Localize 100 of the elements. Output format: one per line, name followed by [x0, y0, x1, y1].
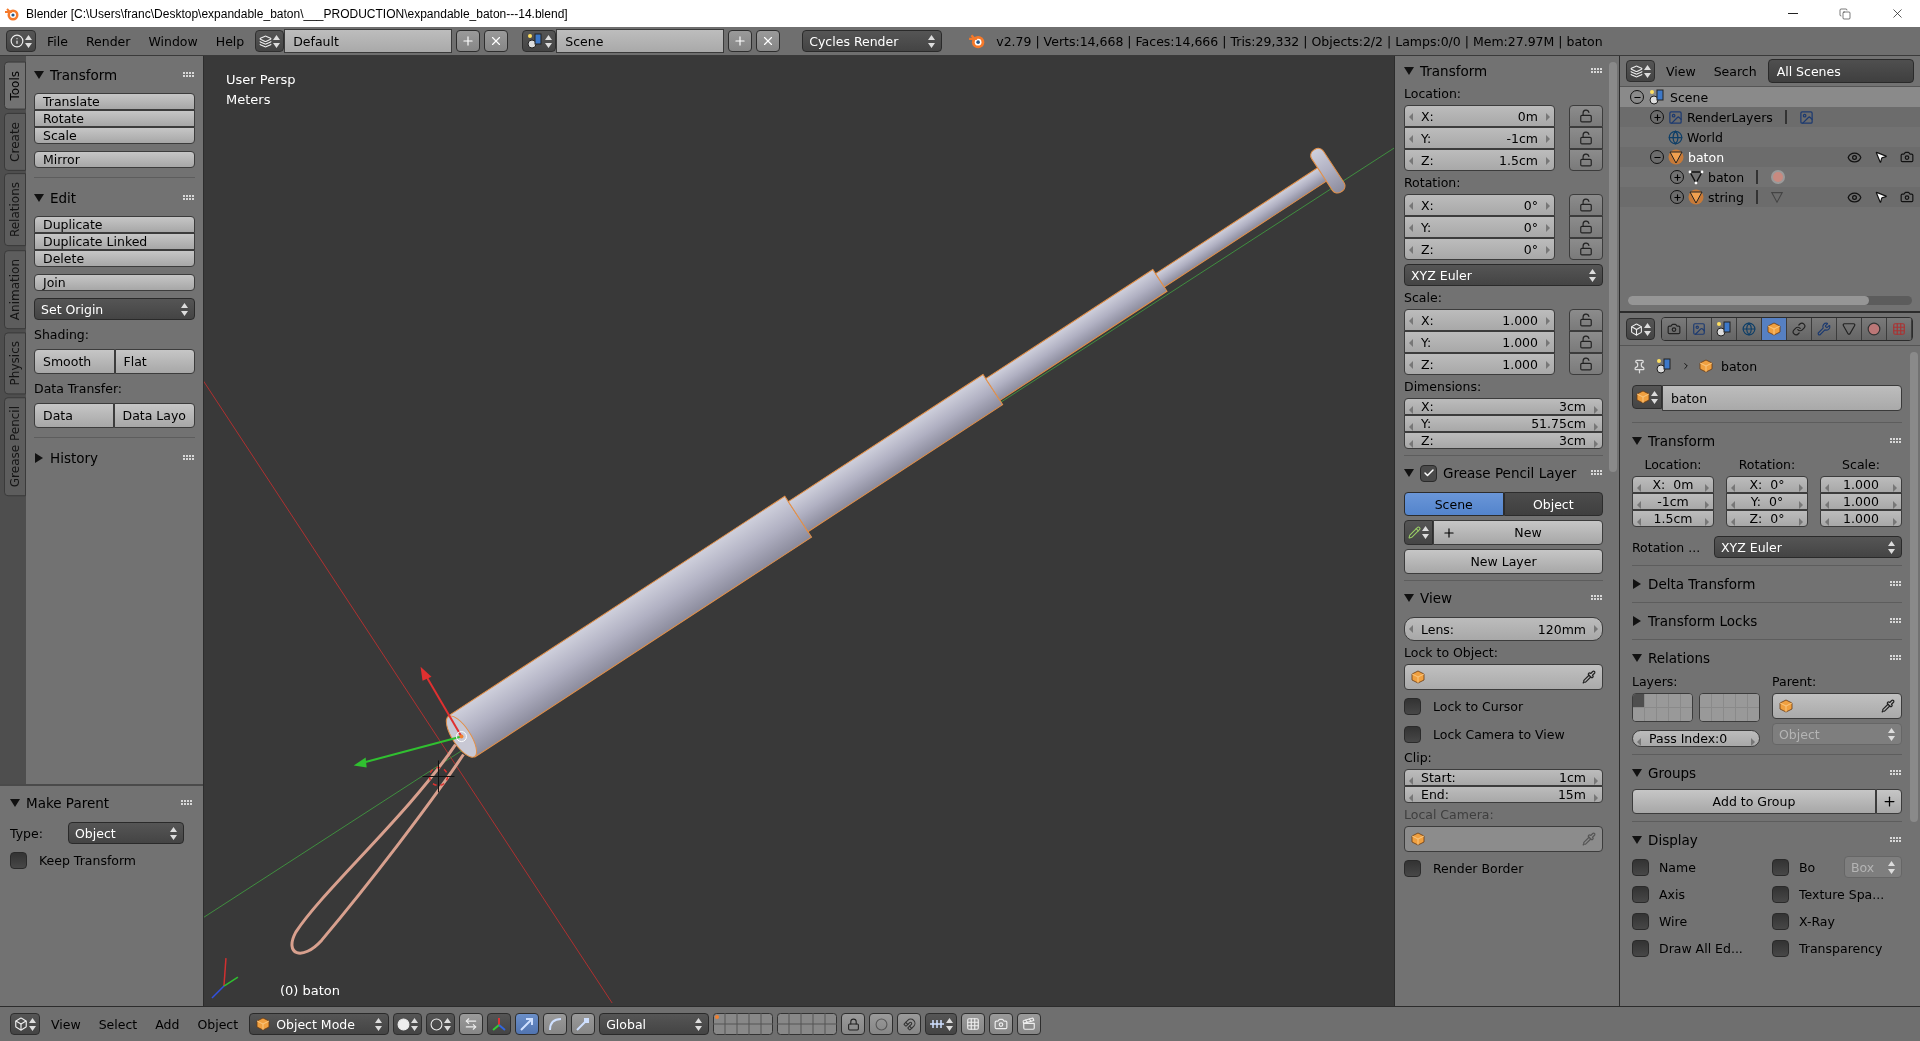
checkbox[interactable] [1772, 885, 1789, 903]
manipulator-button[interactable] [571, 1013, 596, 1035]
lock-toggle[interactable] [1569, 238, 1603, 260]
checkbox[interactable] [1632, 912, 1649, 930]
lock-layer-button[interactable] [841, 1013, 866, 1035]
number-field[interactable]: Y: -1cm [1404, 127, 1555, 149]
number-field[interactable]: End: 15m [1404, 786, 1603, 803]
disclosure-triangle-icon[interactable] [1632, 653, 1642, 663]
string-loop-drawing[interactable] [290, 743, 465, 955]
manipulator-toggle[interactable] [459, 1013, 484, 1035]
checkbox-label[interactable]: Keep Transform [39, 853, 137, 868]
checkbox[interactable] [1772, 939, 1789, 957]
panel-title[interactable]: History [50, 450, 177, 466]
filter-dropdown[interactable]: All Scenes [1767, 59, 1914, 83]
eye-icon[interactable] [1847, 149, 1862, 165]
tool-button[interactable]: Translate [34, 93, 195, 110]
number-field[interactable]: 1.000 [1820, 510, 1902, 527]
cursor-icon[interactable] [1874, 190, 1888, 204]
add-button[interactable] [456, 30, 481, 52]
checkbox-label[interactable]: Name [1659, 859, 1696, 875]
layer-grid[interactable] [1699, 693, 1760, 722]
baton-drawing[interactable] [445, 145, 1348, 758]
add-button[interactable] [1876, 789, 1902, 814]
layer-grid[interactable] [1632, 693, 1693, 722]
checkbox-label[interactable]: X-Ray [1799, 913, 1835, 929]
disclosure-triangle-icon[interactable] [1632, 436, 1642, 446]
layer-grid-icon[interactable] [777, 1013, 838, 1035]
checkbox-label[interactable]: Lock Camera to View [1433, 726, 1565, 742]
tool-button[interactable]: Mirror [34, 151, 195, 168]
lock-toggle[interactable] [1569, 309, 1603, 331]
number-field[interactable]: Z: 3cm [1404, 432, 1603, 449]
grip-icon[interactable] [1591, 68, 1603, 74]
tool-button[interactable]: Smooth [34, 349, 115, 374]
cursor-icon[interactable] [1874, 150, 1888, 164]
editor-type-button[interactable] [1626, 60, 1655, 82]
tool-button[interactable]: Delete [34, 250, 195, 267]
checkbox[interactable] [1772, 858, 1789, 876]
orientation-dropdown[interactable]: Global [599, 1013, 710, 1035]
number-field[interactable]: Z: 1.5cm [1404, 149, 1555, 171]
number-field[interactable]: X: 0° [1404, 194, 1555, 216]
pencil-dropdown[interactable] [1404, 520, 1433, 545]
panel-title[interactable]: Transform Locks [1648, 613, 1884, 629]
snap-element-dropdown[interactable] [925, 1013, 958, 1035]
render-animation-button[interactable] [1017, 1013, 1042, 1035]
panel-title[interactable]: Groups [1648, 765, 1884, 781]
delete-button[interactable] [756, 30, 781, 52]
number-field[interactable]: X: 0m [1632, 476, 1714, 493]
checkbox-label[interactable]: Wire [1659, 913, 1688, 929]
grip-icon[interactable] [1890, 770, 1902, 776]
pivot-dropdown[interactable] [426, 1013, 456, 1035]
grip-icon[interactable] [183, 195, 195, 201]
panel-title[interactable]: Delta Transform [1648, 576, 1884, 592]
number-field[interactable]: Y: 0° [1404, 216, 1555, 238]
3d-viewport[interactable]: User Persp Meters (0) baton [204, 56, 1394, 1006]
mode-dropdown[interactable]: Object Mode [249, 1013, 390, 1035]
checkbox-label[interactable]: Lock to Cursor [1433, 698, 1524, 714]
disclosure-triangle-icon[interactable] [34, 453, 44, 463]
disclosure-triangle-icon[interactable] [1632, 768, 1642, 778]
object-selector[interactable] [1632, 385, 1662, 409]
disclosure-triangle-icon[interactable] [1632, 835, 1642, 845]
number-field[interactable]: 1.5cm [1632, 510, 1714, 527]
number-field[interactable]: Z: 0° [1404, 238, 1555, 260]
layout-field[interactable]: Default [284, 29, 453, 53]
grip-icon[interactable] [1890, 618, 1902, 624]
grip-icon[interactable] [1591, 595, 1603, 601]
panel-title[interactable]: View [1420, 590, 1585, 606]
delete-button[interactable] [484, 30, 509, 52]
disclosure-triangle-icon[interactable] [34, 70, 44, 80]
panel-title[interactable]: Transform [1648, 433, 1884, 449]
add-button[interactable] [728, 30, 753, 52]
disclosure-triangle-icon[interactable] [1404, 593, 1414, 603]
lock-toggle[interactable] [1569, 105, 1603, 127]
grip-icon[interactable] [1890, 438, 1902, 444]
grip-icon[interactable] [1890, 581, 1902, 587]
parent-field[interactable] [1772, 693, 1902, 719]
panel-title[interactable]: Make Parent [26, 795, 175, 811]
snap-button[interactable] [897, 1013, 922, 1035]
lock-toggle[interactable] [1569, 353, 1603, 375]
checkbox-label[interactable]: Bo [1799, 859, 1816, 875]
tool-button[interactable]: Duplicate Linked [34, 233, 195, 250]
snap-target-button[interactable] [961, 1013, 986, 1035]
editor-type-button[interactable] [1626, 318, 1655, 340]
panel-title[interactable]: Transform [50, 67, 177, 83]
object-name-field[interactable]: baton [1662, 385, 1902, 411]
number-field[interactable]: Y: 1.000 [1404, 331, 1555, 353]
segment-tab[interactable]: Scene [1404, 492, 1504, 516]
editor-type-button[interactable] [6, 30, 36, 52]
checkbox[interactable] [1404, 859, 1421, 877]
add-to-group-button[interactable]: Add to Group [1632, 789, 1876, 814]
menu-item[interactable]: View [1659, 61, 1703, 81]
menu-item[interactable]: Window [141, 31, 205, 51]
lock-toggle[interactable] [1569, 194, 1603, 216]
number-field[interactable]: X: 0° [1726, 476, 1808, 493]
manipulator-button[interactable] [543, 1013, 568, 1035]
side-tab[interactable]: Tools [4, 62, 26, 110]
checkbox-label[interactable]: Transparency [1799, 940, 1883, 956]
transform-manipulator-drawing[interactable] [353, 666, 467, 768]
panel-title[interactable]: Display [1648, 832, 1884, 848]
axes-toggle[interactable] [487, 1013, 512, 1035]
checkbox[interactable] [1404, 725, 1421, 743]
